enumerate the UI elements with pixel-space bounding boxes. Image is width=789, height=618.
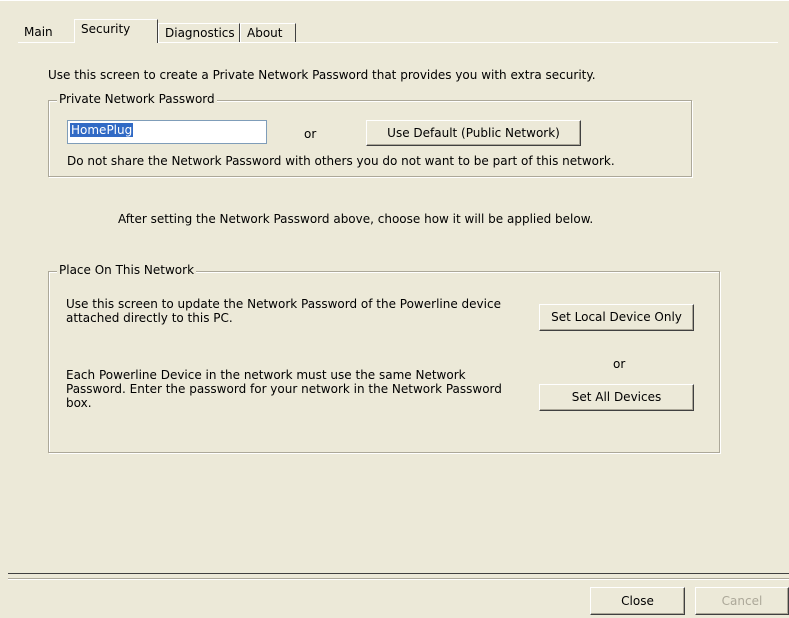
group-title: Private Network Password xyxy=(57,92,217,106)
set-all-devices-button[interactable]: Set All Devices xyxy=(539,384,694,411)
tab-diagnostics[interactable]: Diagnostics xyxy=(158,23,240,42)
or-label: or xyxy=(613,357,626,371)
share-warning-text: Do not share the Network Password with o… xyxy=(67,154,615,168)
group-title: Place On This Network xyxy=(57,263,197,277)
tab-about[interactable]: About xyxy=(240,23,296,42)
tab-main[interactable]: Main xyxy=(18,23,70,42)
password-value: HomePlug xyxy=(70,123,134,137)
local-device-description: Use this screen to update the Network Pa… xyxy=(66,297,501,325)
intro-text: Use this screen to create a Private Netw… xyxy=(48,68,596,82)
dialog-window: Main Security Diagnostics About Use this… xyxy=(0,0,789,618)
security-tab-panel: Use this screen to create a Private Netw… xyxy=(18,42,778,572)
set-local-device-only-button[interactable]: Set Local Device Only xyxy=(539,304,694,331)
footer-separator xyxy=(8,578,789,580)
after-setting-text: After setting the Network Password above… xyxy=(118,212,594,226)
panel-bottom-edge xyxy=(8,573,789,574)
use-default-public-network-button[interactable]: Use Default (Public Network) xyxy=(366,120,581,146)
cancel-button[interactable]: Cancel xyxy=(695,587,789,615)
or-label: or xyxy=(304,127,317,141)
tab-security[interactable]: Security xyxy=(74,19,158,43)
all-devices-description: Each Powerline Device in the network mus… xyxy=(66,368,502,410)
place-on-network-group: Place On This Network Use this screen to… xyxy=(48,263,720,453)
network-password-input[interactable]: HomePlug xyxy=(67,120,267,144)
private-network-password-group: Private Network Password HomePlug or Use… xyxy=(48,92,692,177)
close-button[interactable]: Close xyxy=(590,587,685,615)
